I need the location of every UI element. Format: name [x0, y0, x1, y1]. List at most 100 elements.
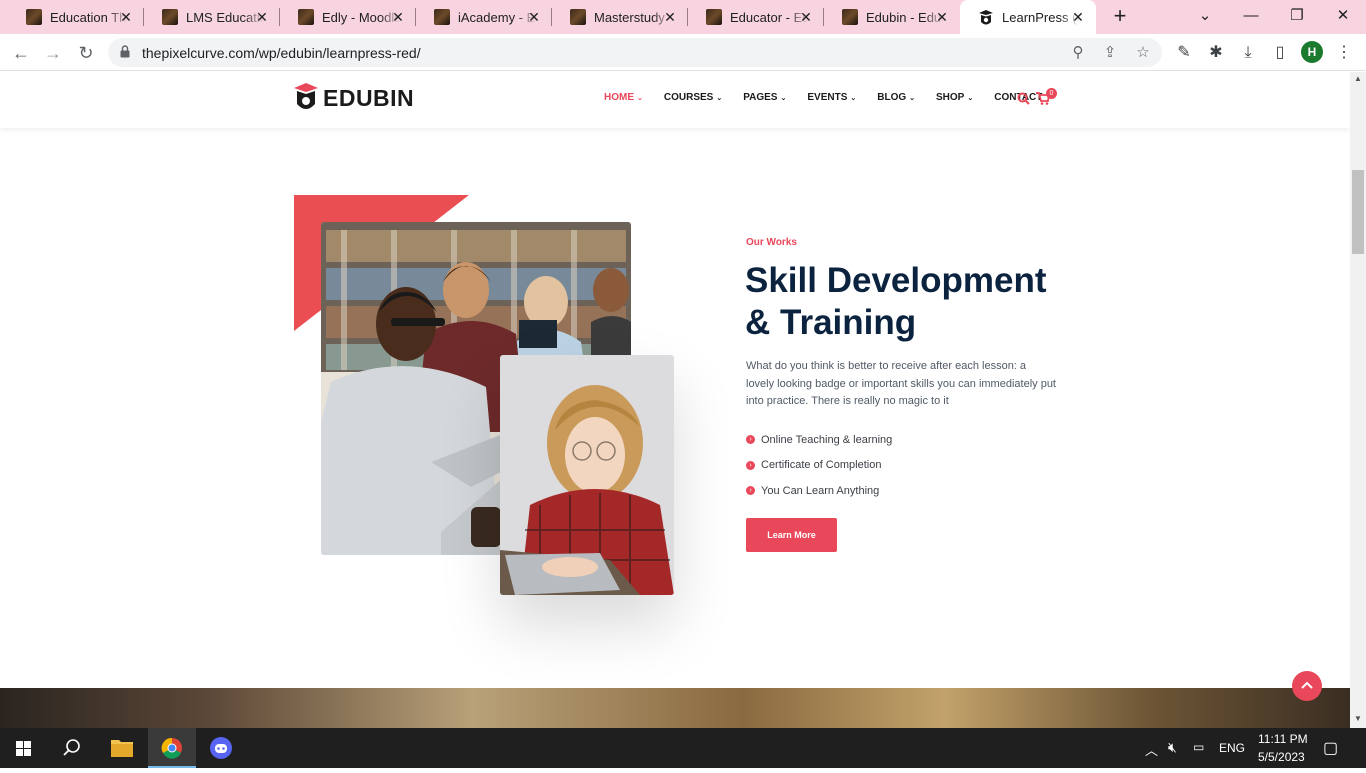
site-logo[interactable]: EDUBIN — [293, 82, 414, 114]
reload-icon[interactable]: ↻ — [73, 40, 99, 66]
close-tab-icon[interactable]: ✕ — [1070, 9, 1086, 25]
zoom-icon[interactable]: ⚲ — [1068, 43, 1088, 63]
logo-mark-icon — [294, 83, 318, 109]
notifications-icon[interactable]: ▢ — [1323, 738, 1338, 758]
search-icon[interactable] — [1017, 92, 1030, 105]
close-tab-icon[interactable]: ✕ — [254, 9, 270, 25]
tab-title: LearnPress (R — [1002, 9, 1080, 25]
chevron-down-icon: ⌄ — [780, 94, 787, 102]
folder-icon — [111, 740, 133, 757]
close-tab-icon[interactable]: ✕ — [118, 9, 134, 25]
scroll-down-arrow-icon[interactable]: ▼ — [1354, 714, 1362, 723]
browser-tab[interactable]: Education The ✕ — [8, 0, 144, 34]
web-page: EDUBIN HOME ⌄ COURSES ⌄ PAGES ⌄ EVENTS ⌄ BLOG ⌄ SH… — [0, 72, 1350, 728]
share-icon[interactable]: ⇪ — [1100, 43, 1120, 63]
forward-icon[interactable]: → — [40, 40, 66, 66]
menu-item-courses[interactable]: COURSES ⌄ — [664, 92, 722, 103]
profile-avatar[interactable]: H — [1301, 41, 1323, 63]
close-tab-icon[interactable]: ✕ — [390, 9, 406, 25]
eyedropper-icon[interactable]: ✎ — [1174, 43, 1194, 63]
section-title: Skill Development & Training — [745, 260, 1065, 344]
learn-more-button[interactable]: Learn More — [746, 518, 837, 552]
browser-tab[interactable]: Educator - Ed ✕ — [688, 0, 824, 34]
close-tab-icon[interactable]: ✕ — [526, 9, 542, 25]
language-indicator[interactable]: ENG — [1219, 741, 1245, 755]
feature-item: › Online Teaching & learning — [746, 427, 892, 453]
back-to-top-button[interactable] — [1292, 671, 1322, 701]
scrollbar-thumb[interactable] — [1352, 170, 1364, 254]
menu-item-label: PAGES — [743, 92, 778, 103]
chevron-down-icon: ⌄ — [909, 94, 916, 102]
feature-label: Certificate of Completion — [761, 459, 882, 472]
download-icon[interactable]: ⤓ — [1238, 43, 1258, 63]
taskbar-search-button[interactable] — [48, 728, 96, 768]
tab-title: Masterstudy — [594, 9, 665, 25]
restore-button[interactable]: ❐ — [1274, 0, 1320, 34]
next-section-image — [0, 688, 1350, 728]
close-window-button[interactable]: ✕ — [1320, 0, 1366, 34]
menu-item-events[interactable]: EVENTS ⌄ — [807, 92, 856, 103]
chevron-down-icon: ⌄ — [850, 94, 857, 102]
start-button[interactable] — [0, 728, 48, 768]
extensions-icon[interactable]: ✱ — [1206, 43, 1226, 63]
chevron-circle-icon: › — [746, 435, 755, 445]
menu-item-label: HOME — [604, 92, 634, 103]
browser-tab[interactable]: Edly - Moodle ✕ — [280, 0, 416, 34]
volume-muted-icon[interactable]: 🔇︎ — [1168, 739, 1177, 756]
page-scrollbar[interactable]: ▲ ▼ — [1350, 72, 1366, 728]
browser-tab[interactable]: LearnPress (R ✕ — [960, 0, 1096, 34]
site-favicon-icon — [842, 9, 858, 25]
clock-time[interactable]: 11:11 PM — [1258, 732, 1308, 746]
clock-date[interactable]: 5/5/2023 — [1258, 750, 1305, 764]
browser-tab[interactable]: Masterstudy ✕ — [552, 0, 688, 34]
chevron-down-icon: ⌄ — [716, 94, 723, 102]
search-icon — [63, 739, 80, 756]
browser-tab[interactable]: Edubin - Educ ✕ — [824, 0, 960, 34]
menu-item-blog[interactable]: BLOG ⌄ — [877, 92, 915, 103]
learnpress-favicon-icon — [978, 9, 994, 25]
chrome-taskbar-button[interactable] — [148, 728, 196, 768]
menu-item-shop[interactable]: SHOP ⌄ — [936, 92, 973, 103]
close-tab-icon[interactable]: ✕ — [662, 9, 678, 25]
browser-tab[interactable]: LMS Educatic ✕ — [144, 0, 280, 34]
address-bar[interactable]: thepixelcurve.com/wp/edubin/learnpress-r… — [108, 38, 1162, 67]
section-title-line1: Skill Development — [745, 261, 1047, 300]
tab-title: Educator - Ed — [730, 9, 808, 25]
menu-item-label: COURSES — [663, 92, 714, 103]
feature-list: › Online Teaching & learning › Certificate … — [746, 427, 892, 504]
windows-logo-icon — [16, 741, 31, 756]
back-icon[interactable]: ← — [8, 40, 34, 66]
chevron-up-icon — [1301, 681, 1313, 689]
minimize-button[interactable]: — — [1228, 0, 1274, 34]
menu-kebab-icon[interactable]: ⋮ — [1334, 43, 1354, 63]
battery-icon[interactable]: ▭ — [1193, 740, 1204, 754]
tray-chevron-icon[interactable]: ︿ — [1145, 740, 1158, 759]
section-title-line2: & Training — [745, 303, 917, 342]
tab-search-icon[interactable]: ⌄ — [1182, 0, 1228, 34]
site-favicon-icon — [298, 9, 314, 25]
new-tab-button[interactable]: + — [1108, 5, 1132, 29]
side-panel-icon[interactable]: ▯ — [1270, 43, 1290, 63]
scroll-up-arrow-icon[interactable]: ▲ — [1354, 74, 1362, 83]
cart-count-badge: 0 — [1046, 88, 1057, 99]
chevron-down-icon: ⌄ — [637, 94, 643, 102]
main-menu: HOME ⌄ COURSES ⌄ PAGES ⌄ EVENTS ⌄ BLOG ⌄ SHOP ⌄ CONT… — [604, 92, 1042, 103]
site-favicon-icon — [570, 9, 586, 25]
close-tab-icon[interactable]: ✕ — [798, 9, 814, 25]
student-laptop-photo — [500, 355, 674, 595]
logo-text: EDUBIN — [323, 84, 415, 111]
menu-item-home[interactable]: HOME ⌄ — [604, 92, 643, 103]
tab-title: Edly - Moodle — [322, 9, 400, 25]
menu-item-pages[interactable]: PAGES ⌄ — [743, 92, 786, 103]
browser-toolbar: ← → ↻ thepixelcurve.com/wp/edubin/learnp… — [0, 34, 1366, 71]
close-tab-icon[interactable]: ✕ — [934, 9, 950, 25]
lock-icon — [120, 45, 130, 58]
file-explorer-button[interactable] — [98, 728, 146, 768]
browser-tab[interactable]: iAcademy - Ec ✕ — [416, 0, 552, 34]
tab-title: iAcademy - Ec — [458, 9, 536, 25]
site-favicon-icon — [706, 9, 722, 25]
chevron-down-icon: ⌄ — [967, 94, 974, 102]
discord-taskbar-button[interactable] — [198, 728, 246, 768]
site-favicon-icon — [26, 9, 42, 25]
bookmark-star-icon[interactable]: ☆ — [1133, 43, 1153, 63]
